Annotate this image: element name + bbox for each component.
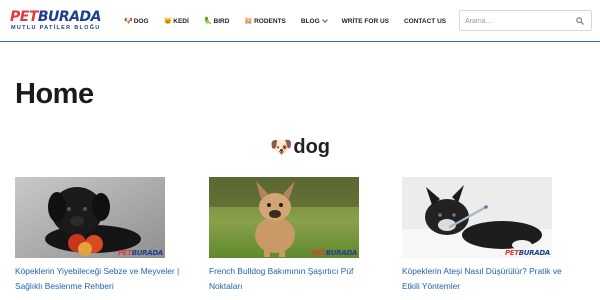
nav-item-label: BLOG [300,17,320,25]
black-puppy-image [15,177,165,258]
cat-icon: 😺 [163,17,173,25]
site-logo[interactable]: PETBURADA MUTLU PATİLER BLOĞU [10,8,106,34]
search-box [459,10,592,31]
image-watermark-logo: PETBURADA [504,249,550,257]
post-card: PETBURADA Köpeklerin Ateşi Nasıl Düşürül… [402,177,577,294]
main-nav: 🐶 DOG 😺 KEDİ 🦜 BIRD 🐹 RODENTS BLOG WRİTE… [124,15,461,27]
logo-pet-text: PET [10,9,38,25]
search-icon[interactable] [576,17,584,25]
nav-item-label: RODENTS [254,17,286,25]
nav-item-label: CONTACT US [403,17,447,25]
post-thumbnail[interactable]: PETBURADA [402,177,552,258]
post-title-link[interactable]: Köpeklerin Yiyebileceği Sebze ve Meyvele… [15,264,190,294]
nav-item-bird[interactable]: 🦜 BIRD [204,18,230,25]
nav-item-label: KEDİ [173,17,189,25]
post-thumbnail[interactable]: PETBURADA [15,177,165,258]
nav-item-dog[interactable]: 🐶 DOG [124,18,149,25]
dog-icon: 🐶 [124,17,133,25]
nav-item-rodents[interactable]: 🐹 RODENTS [244,18,286,25]
nav-item-kedi[interactable]: 😺 KEDİ [164,18,189,25]
post-thumbnail[interactable]: PETBURADA [209,177,359,258]
nav-item-label: WRİTE FOR US [341,17,389,25]
image-watermark-logo: PETBURADA [117,249,163,257]
logo-burada-text: BURADA [37,9,102,25]
nav-item-blog[interactable]: BLOG [300,16,328,25]
dog-icon: 🐶 [269,137,293,157]
nav-item-label: BIRD [213,17,230,25]
nav-item-label: DOG [133,17,149,25]
chevron-down-icon [321,16,328,23]
nav-item-contact-us[interactable]: CONTACT US [404,18,446,25]
logo-wordmark: PETBURADA [10,8,102,26]
section-title-text: dog [293,136,331,158]
sick-dog-image [402,177,552,258]
page-title: Home [15,78,94,110]
post-title-link[interactable]: French Bulldog Bakımının Şaşırtıcı Püf N… [209,264,384,294]
section-title: 🐶dog [0,134,600,160]
site-header: PETBURADA MUTLU PATİLER BLOĞU 🐶 DOG 😺 KE… [0,0,600,42]
post-card: PETBURADA French Bulldog Bakımının Şaşır… [209,177,384,294]
bird-icon: 🦜 [203,17,213,25]
post-card: PETBURADA Köpeklerin Yiyebileceği Sebze … [15,177,190,294]
search-input[interactable] [465,14,573,28]
image-watermark-logo: PETBURADA [311,249,357,257]
french-bulldog-image [209,177,359,258]
post-grid: PETBURADA Köpeklerin Yiyebileceği Sebze … [15,177,585,300]
nav-item-write-for-us[interactable]: WRİTE FOR US [342,18,389,25]
logo-tagline: MUTLU PATİLER BLOĞU [11,25,101,31]
post-title-link[interactable]: Köpeklerin Ateşi Nasıl Düşürülür? Pratik… [402,264,577,294]
hamster-icon: 🐹 [244,17,254,25]
